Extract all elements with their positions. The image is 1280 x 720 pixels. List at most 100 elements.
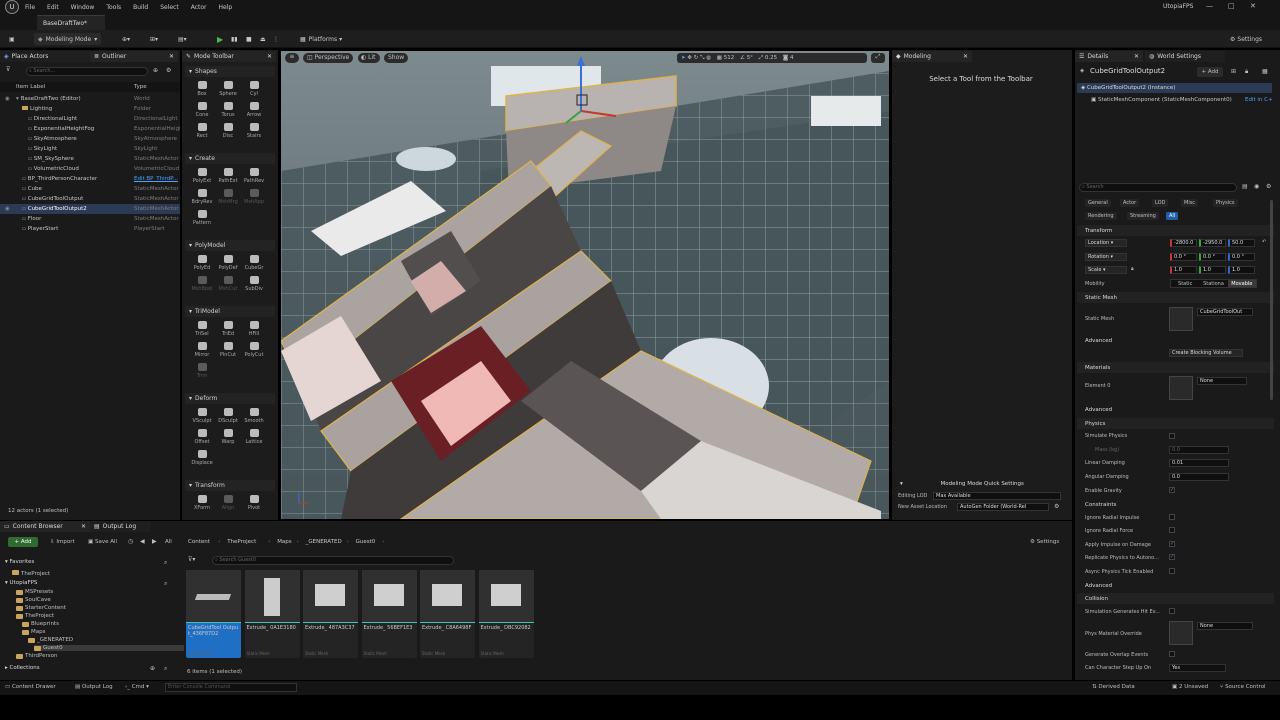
breadcrumb-item[interactable]: Guest0 <box>356 539 376 545</box>
menu-edit[interactable]: Edit <box>47 4 59 11</box>
component-row[interactable]: ▣ StaticMeshComponent (StaticMeshCompone… <box>1077 95 1272 105</box>
material-dropdown[interactable]: None <box>1197 377 1247 385</box>
settings-dropdown[interactable]: ⚙ Settings <box>1230 33 1262 45</box>
outliner-row[interactable]: ▫ExponentialHeightFogExponentialHeightFo… <box>0 124 180 134</box>
asset-location-dropdown[interactable]: AutoGen Folder (World-Rel <box>957 503 1049 511</box>
tool-disc-button[interactable]: Disc <box>215 122 241 142</box>
tool-displace-button[interactable]: Displace <box>189 449 215 469</box>
scale-y-field[interactable]: 1.0 <box>1199 266 1226 274</box>
add-component-button[interactable]: + Add <box>1197 67 1223 77</box>
save-all-button[interactable]: ▣ Save All <box>88 539 117 545</box>
tool-pathrev-button[interactable]: PathRev <box>241 167 267 187</box>
scale-snap-value[interactable]: 0.25 <box>765 55 777 61</box>
folder-item[interactable]: MSPresets <box>16 589 53 595</box>
collision-section[interactable]: Collision <box>1077 593 1274 604</box>
tool-polyext-button[interactable]: PolyExt <box>189 167 215 187</box>
filter-physics[interactable]: Physics <box>1213 199 1238 207</box>
tool-arrow-button[interactable]: Arrow <box>241 101 267 121</box>
mobility-movable[interactable]: Movable <box>1227 280 1256 287</box>
static-mesh-dropdown[interactable]: CubeGridToolOut <box>1197 308 1253 316</box>
unreal-logo-icon[interactable]: U <box>5 0 19 14</box>
rotation-y-field[interactable]: 0.0 ° <box>1199 253 1226 261</box>
show-button[interactable]: Show <box>384 53 408 63</box>
folder-item[interactable]: StarterContent <box>16 605 66 611</box>
table-view-icon[interactable]: ▤ <box>1242 183 1248 190</box>
tool-sphere-button[interactable]: Sphere <box>215 80 241 100</box>
platforms-dropdown[interactable]: ▦ Platforms ▾ <box>300 33 342 45</box>
tool-section-header[interactable]: ▾ Create <box>185 153 275 164</box>
quick-settings-header[interactable]: ▾ Modeling Mode Quick Settings <box>896 481 1068 490</box>
tool-cyl-button[interactable]: Cyl <box>241 80 267 100</box>
history-icon[interactable]: ◷ <box>128 538 133 545</box>
scale-dropdown[interactable]: Scale ▾ <box>1085 266 1127 274</box>
filter-streaming[interactable]: Streaming <box>1127 212 1159 220</box>
filter-all[interactable]: All <box>1166 212 1179 220</box>
tool-align-button[interactable]: Align <box>215 494 241 514</box>
instance-row[interactable]: ◈ CubeGridToolOutput2 (Instance) <box>1077 83 1272 93</box>
tool-plncut-button[interactable]: PlnCut <box>215 341 241 361</box>
folder-item[interactable]: TheProject <box>16 613 54 619</box>
phys-material-dropdown[interactable]: None <box>1197 622 1253 630</box>
breadcrumb-item[interactable]: Maps <box>277 539 291 545</box>
close-icon[interactable]: ✕ <box>169 53 174 60</box>
add-icon[interactable]: ⊕ <box>150 665 155 672</box>
rotation-dropdown[interactable]: Rotation ▾ <box>1085 253 1127 261</box>
cmd-dropdown[interactable]: ›_ Cmd ▾ <box>125 684 149 690</box>
asset-search-input[interactable]: ⌕ Search Guest0 <box>212 556 454 565</box>
menu-select[interactable]: Select <box>160 4 179 11</box>
save-icon[interactable]: ▣ <box>9 33 15 45</box>
mode-dropdown[interactable]: ◆ Modeling Mode ▾ <box>34 33 102 45</box>
reset-icon[interactable]: ↶ <box>1262 239 1266 245</box>
console-input[interactable]: Enter Console Command <box>165 683 297 692</box>
col-type[interactable]: Type <box>134 84 147 90</box>
perspective-button[interactable]: ◫ Perspective <box>303 53 353 63</box>
close-icon[interactable]: ✕ <box>1134 53 1139 60</box>
outliner-row[interactable]: ▫ Cube StaticMeshActor <box>0 184 180 194</box>
tool-lattice-button[interactable]: Lattice <box>241 428 267 448</box>
minimize-button[interactable]: — <box>1206 2 1213 10</box>
maximize-viewport-icon[interactable]: ⤢ <box>871 53 885 63</box>
filter-rendering[interactable]: Rendering <box>1085 212 1117 220</box>
tool-section-header[interactable]: ▾ PolyModel <box>185 240 275 251</box>
lock-icon[interactable]: 🔒︎ <box>1245 68 1248 76</box>
tool-mirror-button[interactable]: Mirror <box>189 341 215 361</box>
asset-tile[interactable]: Extrude_ DBC92082 Static Mesh <box>478 570 534 658</box>
mobility-stationary[interactable]: Stationa <box>1199 280 1227 287</box>
outliner-row[interactable]: ▫ PlayerStart PlayerStart <box>0 224 180 234</box>
tab-world-settings[interactable]: ◍ World Settings <box>1145 51 1225 62</box>
cb-settings-button[interactable]: ⚙ Settings <box>1030 539 1059 545</box>
tool-hfill-button[interactable]: HFill <box>241 320 267 340</box>
editing-lod-dropdown[interactable]: Max Available <box>933 492 1061 500</box>
tool-vsculpt-button[interactable]: VSculpt <box>189 407 215 427</box>
ignore-radial-force-checkbox[interactable] <box>1169 527 1175 533</box>
tool-polycut-button[interactable]: PolyCut <box>241 341 267 361</box>
scale-x-field[interactable]: 1.0 <box>1170 266 1197 274</box>
collections-header[interactable]: ▸ Collections <box>5 665 40 671</box>
outliner-row[interactable]: ▫ SM_SkySphere StaticMeshActor <box>0 154 180 164</box>
tool-section-header[interactable]: ▾ Transform <box>185 480 275 491</box>
favorite-item[interactable]: TheProject <box>12 570 50 577</box>
tool-dsculpt-button[interactable]: DSculpt <box>215 407 241 427</box>
filter-lod[interactable]: LOD <box>1152 199 1169 207</box>
tool-polyed-button[interactable]: PolyEd <box>189 254 215 274</box>
folder-item[interactable]: Maps <box>22 629 45 635</box>
tool-trisel-button[interactable]: TriSel <box>189 320 215 340</box>
sequencer-icon[interactable]: ▤▾ <box>178 33 187 45</box>
scale-snap-icon[interactable]: ⤢ <box>759 55 763 61</box>
tool-mshapp-button[interactable]: MshApp <box>241 188 267 208</box>
phys-material-thumbnail[interactable] <box>1169 621 1193 645</box>
tool-smooth-button[interactable]: Smooth <box>241 407 267 427</box>
outliner-row[interactable]: ▫ VolumetricCloud VolumetricCloud <box>0 164 180 174</box>
rotation-snap-value[interactable]: 5° <box>747 55 753 61</box>
tool-torus-button[interactable]: Torus <box>215 101 241 121</box>
search-icon[interactable]: ⌕ <box>164 665 167 673</box>
tool-section-header[interactable]: ▾ Deform <box>185 393 275 404</box>
tool-mshbool-button[interactable]: MshBool <box>189 275 215 295</box>
folder-item[interactable]: Guest0 <box>34 645 184 651</box>
location-x-field[interactable]: -2800.0 <box>1170 239 1197 247</box>
tool-pivot-button[interactable]: Pivot <box>241 494 267 514</box>
content-drawer-button[interactable]: ▭ Content Drawer <box>5 684 56 690</box>
outliner-search-input[interactable]: ⌕ Search... <box>26 67 148 76</box>
import-button[interactable]: ⇩ Import <box>50 539 75 545</box>
gear-icon[interactable]: ⚙ <box>1266 183 1271 190</box>
